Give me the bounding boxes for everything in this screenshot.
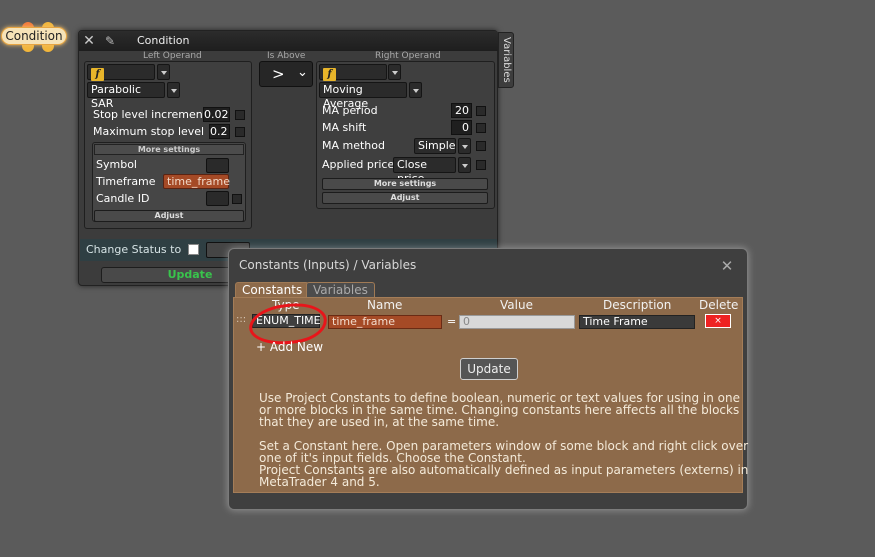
param-label: Stop level increment <box>93 108 208 121</box>
more-settings-panel: More settings Symbol Timeframe time_fram… <box>92 142 246 222</box>
column-header-name: Name <box>367 298 403 312</box>
right-operand-label: Right Operand <box>375 51 441 61</box>
param-input[interactable]: 20 <box>451 103 472 118</box>
left-operand-label: Left Operand <box>143 51 202 61</box>
adjust-button[interactable]: Adjust <box>322 192 488 204</box>
tab-constants[interactable]: Constants <box>235 282 310 298</box>
node-label[interactable]: Condition <box>1 27 67 45</box>
constant-description-input[interactable]: Time Frame <box>579 315 695 329</box>
timeframe-input[interactable]: time_frame <box>163 174 230 189</box>
param-label: Timeframe <box>96 175 156 188</box>
left-indicator-select[interactable]: Parabolic SAR <box>87 82 165 110</box>
param-label: MA shift <box>322 121 367 134</box>
param-input[interactable]: 0.02 <box>203 107 230 122</box>
add-new-link[interactable]: + Add New <box>256 340 323 354</box>
param-input[interactable]: 0 <box>451 120 472 135</box>
chevron-down-icon[interactable] <box>157 64 170 80</box>
help-text: Set a Constant here. Open parameters win… <box>259 439 749 465</box>
tab-variables[interactable]: Variables <box>306 282 375 298</box>
param-constant-checkbox[interactable] <box>476 123 486 133</box>
param-label: Maximum stop level <box>93 125 205 138</box>
adjust-button[interactable]: Adjust <box>94 210 244 222</box>
change-status-checkbox[interactable] <box>188 244 199 255</box>
help-text: Project Constants are also automatically… <box>259 463 749 489</box>
constant-name-input[interactable]: time_frame <box>328 315 442 329</box>
dialog-title: Constants (Inputs) / Variables <box>239 258 417 272</box>
operator-value: > <box>272 65 285 83</box>
chevron-down-icon[interactable] <box>388 64 401 80</box>
column-header-delete: Delete <box>699 298 739 312</box>
function-icon: f <box>323 68 336 81</box>
close-icon[interactable]: ✕ <box>719 258 735 274</box>
param-constant-checkbox[interactable] <box>476 141 486 151</box>
param-label: MA period <box>322 104 378 117</box>
pin-icon[interactable]: ✎ <box>105 34 121 48</box>
operator-select[interactable]: > ⌄ <box>259 61 313 87</box>
param-constant-checkbox[interactable] <box>235 110 245 120</box>
constant-value-input[interactable]: 0 <box>459 315 575 329</box>
param-label: Candle ID <box>96 192 150 205</box>
symbol-input[interactable] <box>206 158 229 173</box>
param-label: MA method <box>322 139 385 152</box>
candle-id-input[interactable] <box>206 191 229 206</box>
help-text: Use Project Constants to define boolean,… <box>259 391 740 429</box>
param-input[interactable]: 0.2 <box>209 124 230 139</box>
delete-button[interactable]: × <box>705 314 731 328</box>
more-settings-header[interactable]: More settings <box>94 144 244 155</box>
chevron-down-icon[interactable] <box>409 82 422 98</box>
chevron-down-icon[interactable] <box>458 157 471 173</box>
chevron-down-icon: ⌄ <box>297 65 308 80</box>
constants-dialog: Constants (Inputs) / Variables ✕ Constan… <box>228 248 748 510</box>
param-label: Symbol <box>96 158 137 171</box>
update-button[interactable]: Update <box>460 358 518 380</box>
param-constant-checkbox[interactable] <box>232 194 242 204</box>
right-indicator-select[interactable]: Moving Average <box>319 82 407 110</box>
left-type-select[interactable]: fIndicator <box>87 64 155 94</box>
drag-handle-icon[interactable]: ::: <box>236 314 246 325</box>
right-type-select[interactable]: fIndicator <box>319 64 387 94</box>
param-constant-checkbox[interactable] <box>476 160 486 170</box>
param-label: Applied price <box>322 158 395 171</box>
close-icon[interactable]: ✕ <box>82 34 96 48</box>
applied-price-select[interactable]: Close price <box>393 157 456 185</box>
constants-panel: Type Name Value Description Delete ::: E… <box>233 297 748 493</box>
ma-method-select[interactable]: Simple <box>414 138 456 154</box>
chevron-down-icon[interactable] <box>458 138 471 154</box>
left-operand-panel: fIndicator Parabolic SAR Stop level incr… <box>84 61 252 229</box>
more-settings-button[interactable]: More settings <box>322 178 488 190</box>
function-icon: f <box>91 68 104 81</box>
variables-tab[interactable]: Variables <box>498 32 514 88</box>
window-titlebar[interactable]: ✕ ✎ Condition <box>79 31 499 51</box>
right-operand-panel: fIndicator Moving Average MA period 20 M… <box>316 61 495 209</box>
window-title: Condition <box>137 34 190 47</box>
change-status-label: Change Status to <box>86 243 182 256</box>
is-above-label: Is Above <box>267 51 306 61</box>
param-constant-checkbox[interactable] <box>476 106 486 116</box>
chevron-down-icon[interactable] <box>167 82 180 98</box>
column-header-description: Description <box>603 298 672 312</box>
column-header-value: Value <box>500 298 533 312</box>
param-constant-checkbox[interactable] <box>235 127 245 137</box>
variables-tab-label: Variables <box>501 37 512 83</box>
equals-sign: = <box>447 315 457 328</box>
